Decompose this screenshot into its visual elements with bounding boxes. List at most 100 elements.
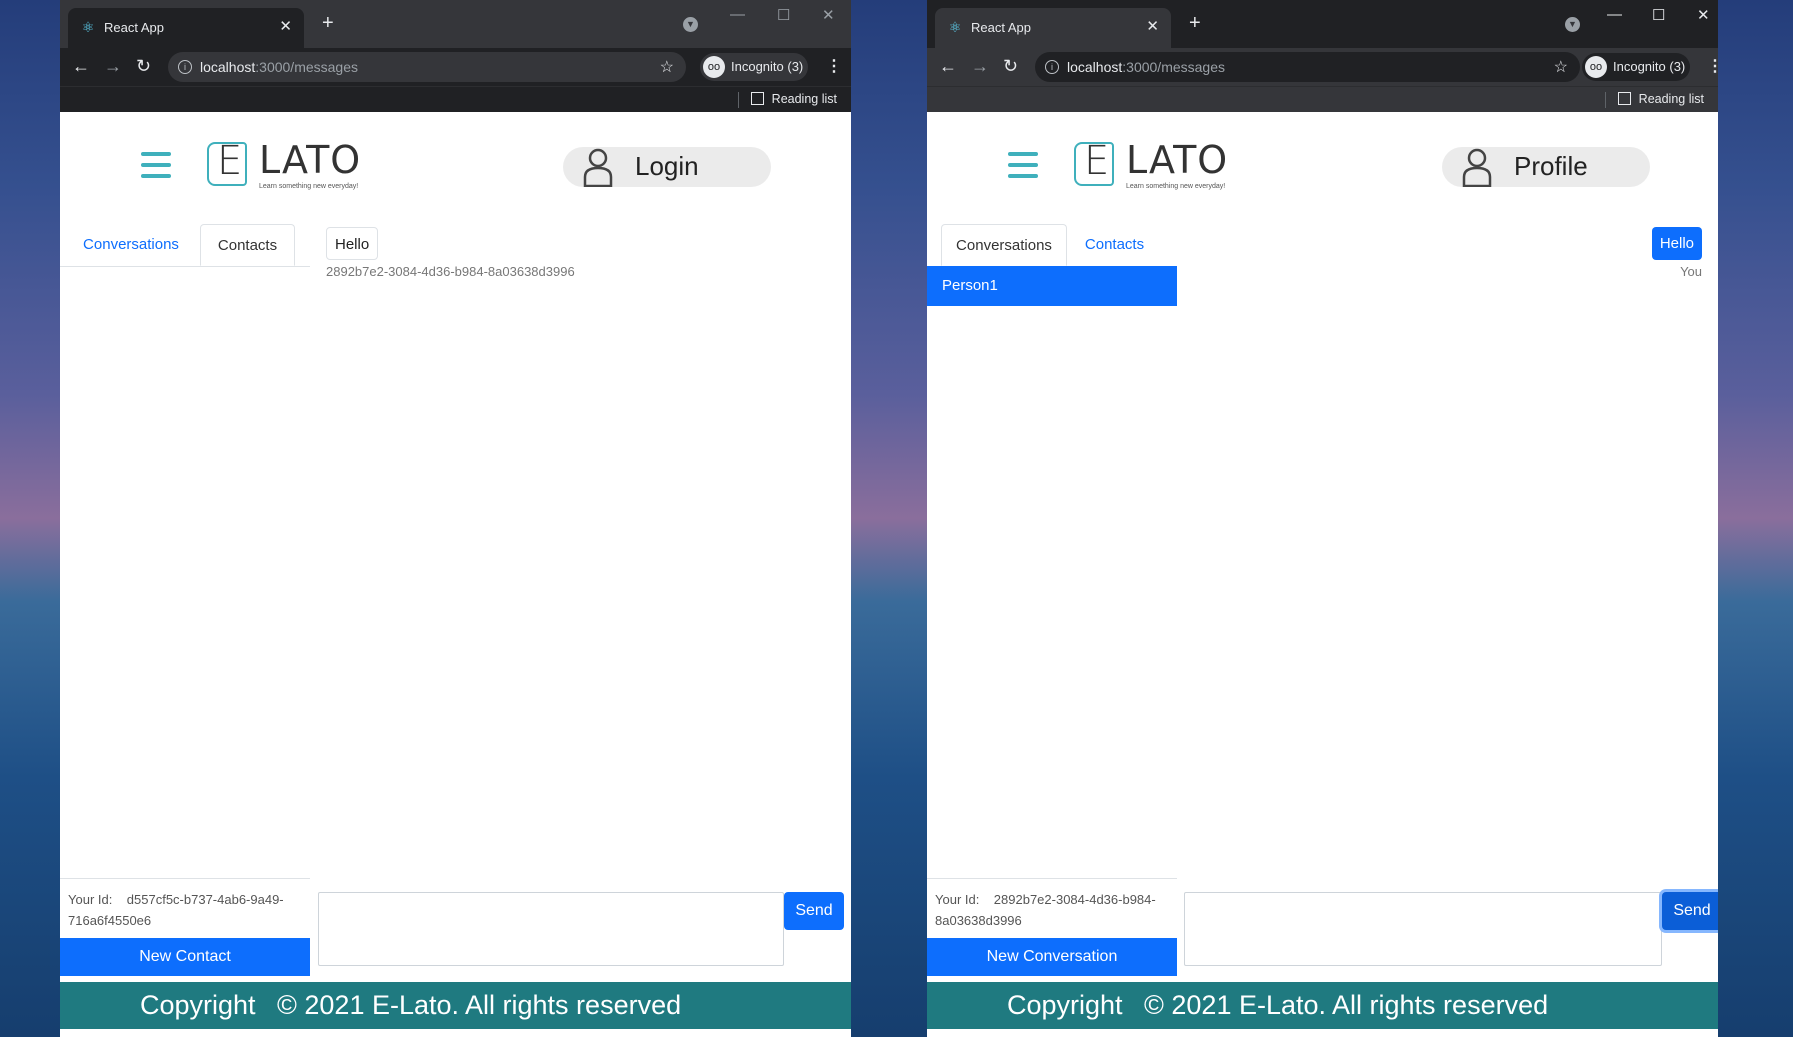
reload-icon[interactable]: ↻ bbox=[136, 56, 151, 77]
tab-search-icon[interactable]: ▼ bbox=[1565, 17, 1580, 32]
footer: Copyright © 2021 E-Lato. All rights rese… bbox=[60, 982, 851, 1029]
logo-letter: E bbox=[217, 138, 243, 184]
menu-icon[interactable]: ⋮ bbox=[1707, 56, 1718, 76]
close-icon[interactable]: ✕ bbox=[1146, 17, 1159, 35]
new-conversation-button[interactable]: New Conversation bbox=[927, 938, 1177, 976]
browser-tab[interactable]: ⚛ React App ✕ bbox=[935, 8, 1171, 48]
app-page: E LATO Learn something new everyday! Log… bbox=[60, 112, 851, 1037]
message-sender: You bbox=[1680, 264, 1702, 279]
reading-list-button[interactable]: Reading list bbox=[1617, 92, 1704, 106]
send-button[interactable]: Send bbox=[784, 892, 844, 930]
incognito-icon: oo bbox=[1585, 56, 1607, 78]
app-page: E LATO Learn something new everyday! Pro… bbox=[927, 112, 1718, 1037]
footer-rights: © 2021 E-Lato. All rights reserved bbox=[277, 990, 682, 1020]
logo[interactable]: E LATO Learn something new everyday! bbox=[1074, 138, 1234, 194]
tab-title: React App bbox=[104, 20, 164, 35]
react-icon: ⚛ bbox=[81, 19, 95, 35]
incognito-label: Incognito (3) bbox=[1613, 59, 1686, 74]
message-sender: 2892b7e2-3084-4d36-b984-8a03638d3996 bbox=[326, 264, 575, 279]
incognito-badge[interactable]: oo Incognito (3) bbox=[1582, 53, 1690, 81]
logo-tagline: Learn something new everyday! bbox=[1126, 183, 1226, 190]
tab-contacts[interactable]: Contacts bbox=[200, 224, 295, 266]
browser-window-left: ⚛ React App ✕ + ▼ — ☐ ✕ ← → ↻ i localhos… bbox=[60, 0, 851, 1037]
profile-label: Profile bbox=[1514, 151, 1588, 181]
window-close-icon[interactable]: ✕ bbox=[1697, 6, 1710, 24]
your-id-box: Your Id: 2892b7e2-3084-4d36-b984-8a03638… bbox=[927, 878, 1177, 936]
url-text: localhost:3000/messages bbox=[1067, 59, 1225, 75]
message-bubble: Hello bbox=[1651, 227, 1702, 260]
your-id-label: Your Id: bbox=[935, 892, 980, 907]
login-label: Login bbox=[635, 151, 699, 181]
send-button[interactable]: Send bbox=[1662, 892, 1718, 930]
incognito-icon: oo bbox=[703, 56, 725, 78]
your-id-label: Your Id: bbox=[68, 892, 113, 907]
browser-toolbar: ← → ↻ i localhost:3000/messages ☆ oo Inc… bbox=[927, 48, 1718, 86]
logo[interactable]: E LATO Learn something new everyday! bbox=[207, 138, 367, 194]
tab-search-icon[interactable]: ▼ bbox=[683, 17, 698, 32]
browser-tab[interactable]: ⚛ React App ✕ bbox=[68, 8, 304, 48]
maximize-icon[interactable]: ☐ bbox=[1652, 6, 1665, 24]
back-icon[interactable]: ← bbox=[939, 56, 957, 77]
minimize-icon[interactable]: — bbox=[730, 6, 745, 23]
maximize-icon[interactable]: ☐ bbox=[777, 6, 790, 24]
sidebar-tabs: Conversations Contacts bbox=[927, 224, 1177, 267]
reading-list-icon bbox=[1617, 92, 1631, 105]
plus-icon[interactable]: + bbox=[1189, 12, 1201, 35]
hamburger-icon[interactable] bbox=[141, 152, 171, 178]
divider bbox=[1605, 92, 1606, 108]
address-bar[interactable]: i localhost:3000/messages ☆ bbox=[168, 52, 686, 82]
plus-icon[interactable]: + bbox=[322, 12, 334, 35]
message-input[interactable] bbox=[318, 892, 784, 966]
logo-text: LATO bbox=[259, 138, 362, 182]
user-icon bbox=[1462, 148, 1492, 187]
tab-conversations[interactable]: Conversations bbox=[76, 224, 186, 265]
menu-icon[interactable]: ⋮ bbox=[826, 56, 842, 76]
browser-toolbar: ← → ↻ i localhost:3000/messages ☆ oo Inc… bbox=[60, 48, 851, 86]
reading-list-label: Reading list bbox=[771, 92, 837, 106]
footer: Copyright © 2021 E-Lato. All rights rese… bbox=[927, 982, 1718, 1029]
message-input[interactable] bbox=[1184, 892, 1662, 966]
reading-list-label: Reading list bbox=[1638, 92, 1704, 106]
new-contact-button[interactable]: New Contact bbox=[60, 938, 310, 976]
list-item-conversation[interactable]: Person1 bbox=[927, 266, 1177, 306]
forward-icon[interactable]: → bbox=[971, 56, 989, 77]
footer-copyright: Copyright bbox=[140, 990, 256, 1020]
star-icon[interactable]: ☆ bbox=[660, 57, 674, 77]
your-id-box: Your Id: d557cf5c-b737-4ab6-9a49-716a6f4… bbox=[60, 878, 310, 936]
back-icon[interactable]: ← bbox=[72, 56, 90, 77]
address-bar[interactable]: i localhost:3000/messages ☆ bbox=[1035, 52, 1580, 82]
footer-rights: © 2021 E-Lato. All rights reserved bbox=[1144, 990, 1549, 1020]
tab-contacts[interactable]: Contacts bbox=[1067, 224, 1162, 265]
incognito-badge[interactable]: oo Incognito (3) bbox=[700, 53, 808, 81]
sidebar-tabs: Conversations Contacts bbox=[60, 224, 310, 267]
react-icon: ⚛ bbox=[948, 19, 962, 35]
title-bar: ⚛ React App ✕ + ▼ — ☐ ✕ bbox=[60, 0, 851, 48]
user-icon bbox=[583, 148, 613, 187]
login-button[interactable]: Login bbox=[563, 147, 771, 187]
divider bbox=[738, 92, 739, 108]
url-text: localhost:3000/messages bbox=[200, 59, 358, 75]
reading-list-icon bbox=[750, 92, 764, 105]
logo-text: LATO bbox=[1126, 138, 1229, 182]
tab-title: React App bbox=[971, 20, 1031, 35]
footer-copyright: Copyright bbox=[1007, 990, 1123, 1020]
hamburger-icon[interactable] bbox=[1008, 152, 1038, 178]
forward-icon[interactable]: → bbox=[104, 56, 122, 77]
bookmarks-bar: Reading list bbox=[927, 86, 1718, 113]
bookmarks-bar: Reading list bbox=[60, 86, 851, 113]
title-bar: ⚛ React App ✕ + ▼ — ☐ ✕ bbox=[927, 0, 1718, 48]
close-icon[interactable]: ✕ bbox=[279, 17, 292, 35]
profile-button[interactable]: Profile bbox=[1442, 147, 1650, 187]
star-icon[interactable]: ☆ bbox=[1554, 57, 1568, 77]
info-icon[interactable]: i bbox=[1045, 60, 1059, 74]
info-icon[interactable]: i bbox=[178, 60, 192, 74]
logo-letter: E bbox=[1084, 138, 1110, 184]
window-close-icon[interactable]: ✕ bbox=[822, 6, 835, 24]
incognito-label: Incognito (3) bbox=[731, 59, 804, 74]
message-bubble: Hello bbox=[326, 227, 379, 260]
reload-icon[interactable]: ↻ bbox=[1003, 56, 1018, 77]
minimize-icon[interactable]: — bbox=[1607, 6, 1622, 23]
reading-list-button[interactable]: Reading list bbox=[750, 92, 837, 106]
browser-window-right: ⚛ React App ✕ + ▼ — ☐ ✕ ← → ↻ i localhos… bbox=[927, 0, 1718, 1037]
tab-conversations[interactable]: Conversations bbox=[941, 224, 1067, 266]
